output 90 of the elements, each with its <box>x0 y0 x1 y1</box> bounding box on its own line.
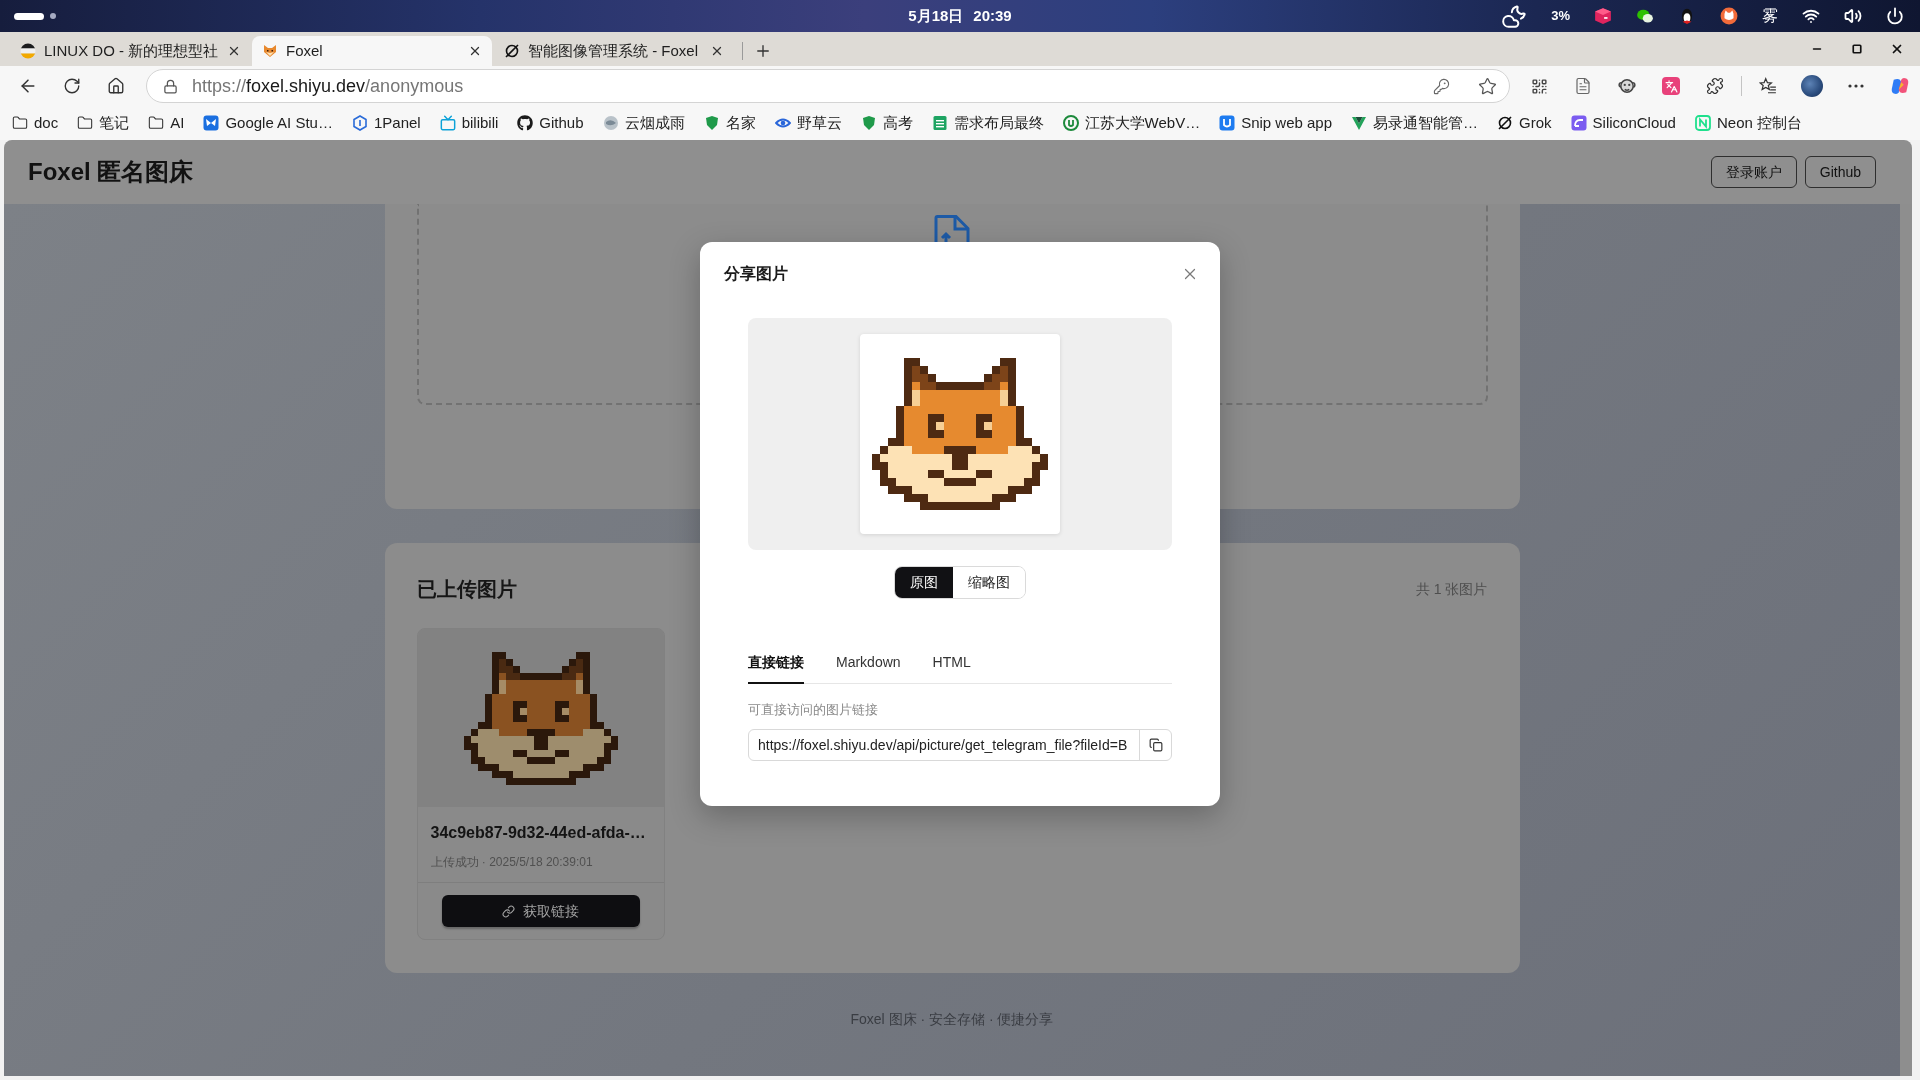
bookmark-link[interactable]: 云烟成雨 <box>602 110 685 136</box>
active-workspace-icon[interactable] <box>14 12 44 20</box>
bookmark-link[interactable]: SiliconCloud <box>1570 110 1676 136</box>
image-mode-toggle[interactable]: 原图 <box>895 567 953 598</box>
link-format-tab[interactable]: HTML <box>932 643 971 684</box>
translate-icon <box>1662 77 1680 95</box>
bookmark-link[interactable]: Neon 控制台 <box>1694 110 1802 136</box>
more-icon <box>1848 84 1864 88</box>
section-title: 已上传图片 <box>416 577 517 602</box>
bookmark-link[interactable]: 野草云 <box>774 110 842 136</box>
dialog-title: 分享图片 <box>724 264 788 284</box>
wifi-icon[interactable] <box>1802 7 1820 25</box>
power-icon[interactable] <box>1886 7 1904 25</box>
round-logo-icon <box>20 43 36 59</box>
bookmark-link[interactable]: Google AI Stu… <box>203 110 333 136</box>
bookmark-link[interactable]: Github <box>517 110 584 136</box>
header-button[interactable]: Github <box>1804 156 1876 188</box>
close-icon <box>1890 42 1904 56</box>
bookmark-link[interactable]: 江苏大学WebV… <box>1062 110 1201 136</box>
fox-face-icon <box>262 43 278 59</box>
github-icon <box>517 115 534 131</box>
v-shape-icon <box>1351 115 1368 131</box>
profile-avatar-icon <box>1801 75 1823 97</box>
plus-icon <box>754 42 772 60</box>
chat-bubbles-icon[interactable] <box>1636 7 1654 25</box>
header-button[interactable]: 登录账户 <box>1710 156 1797 188</box>
colorful-swirl-icon <box>1890 76 1910 96</box>
browser-tab[interactable]: LINUX DO - 新的理想型社 <box>10 36 250 66</box>
shield-icon <box>703 115 720 131</box>
home-icon <box>107 77 125 95</box>
folder-icon <box>77 115 94 131</box>
bookmark-link[interactable]: Snip web app <box>1219 110 1333 136</box>
link-format-tab[interactable]: Markdown <box>836 643 901 684</box>
volume-icon[interactable] <box>1844 7 1862 25</box>
bookmark-link[interactable]: Grok <box>1497 110 1552 136</box>
scrollbar[interactable] <box>1900 204 1912 1076</box>
star-icon[interactable] <box>1478 76 1497 96</box>
shield-icon <box>860 115 877 131</box>
square-logo-icon <box>1570 115 1587 131</box>
bookmark-link[interactable]: doc <box>12 110 59 136</box>
field-label: 可直接访问的图片链接 <box>748 701 879 719</box>
browser-tab[interactable]: Foxel <box>252 36 492 66</box>
spreadsheet-icon <box>931 115 948 131</box>
document-icon <box>934 215 970 242</box>
tray-text[interactable]: 雾 <box>1762 4 1778 28</box>
app-cube-icon[interactable] <box>1594 7 1612 25</box>
address-field[interactable]: https://foxel.shiyu.dev/anonymous <box>146 69 1510 103</box>
bookmark-link[interactable]: 1Panel <box>351 110 421 136</box>
bookmark-link[interactable]: 笔记 <box>77 110 130 136</box>
clock-date: 5月18日 <box>908 5 964 26</box>
cat-face-icon[interactable] <box>1720 7 1738 25</box>
bookmark-link[interactable]: 高考 <box>860 110 913 136</box>
browser-tab[interactable]: 智能图像管理系统 - Foxel <box>494 36 734 66</box>
close-icon <box>468 44 482 58</box>
globe-icon <box>602 115 619 131</box>
link-format-tab[interactable]: 直接链接 <box>748 643 804 684</box>
qr-code-icon <box>1530 77 1548 95</box>
butterfly-logo-icon <box>203 115 220 131</box>
round-badge-icon <box>1062 115 1079 131</box>
bookmark-link[interactable]: 需求布局最终 <box>931 110 1044 136</box>
monkey-face-icon <box>1618 77 1636 95</box>
file-name: 34c9eb87-9d32-44ed-afda-… <box>430 823 647 843</box>
link-icon <box>502 904 515 918</box>
bookmark-link[interactable]: AI <box>148 110 185 136</box>
slashed-circle-icon <box>1497 115 1514 131</box>
n-shape-icon <box>1694 115 1711 131</box>
bookmark-link[interactable]: 名家 <box>703 110 756 136</box>
bookmark-link[interactable]: 易录通智能管… <box>1351 110 1479 136</box>
key-icon[interactable] <box>1433 77 1450 95</box>
cloud-moon-icon[interactable] <box>1501 3 1528 29</box>
bookmark-link[interactable]: bilibili <box>439 110 499 136</box>
close-icon <box>710 44 724 58</box>
clock-time: 20:39 <box>973 5 1012 26</box>
puzzle-icon <box>1706 77 1724 95</box>
get-link-button[interactable]: 获取链接 <box>441 895 640 927</box>
lock-icon[interactable] <box>163 78 178 94</box>
tv-icon <box>439 115 456 131</box>
folder-icon <box>12 115 28 131</box>
square-logo-icon <box>1219 115 1236 131</box>
folder-icon <box>148 115 165 131</box>
document-icon <box>1574 77 1592 95</box>
image-count: 共 1 张图片 <box>1415 579 1488 599</box>
star-list-icon <box>1759 77 1777 95</box>
hexagon-icon <box>351 115 368 131</box>
slashed-circle-icon <box>504 43 520 59</box>
maximize-icon <box>1852 44 1862 54</box>
site-title: Foxel 匿名图床 <box>28 157 194 187</box>
url-text: https://foxel.shiyu.dev/anonymous <box>192 74 465 98</box>
tray-reading: 3% <box>1551 7 1570 26</box>
reload-icon <box>63 77 81 95</box>
